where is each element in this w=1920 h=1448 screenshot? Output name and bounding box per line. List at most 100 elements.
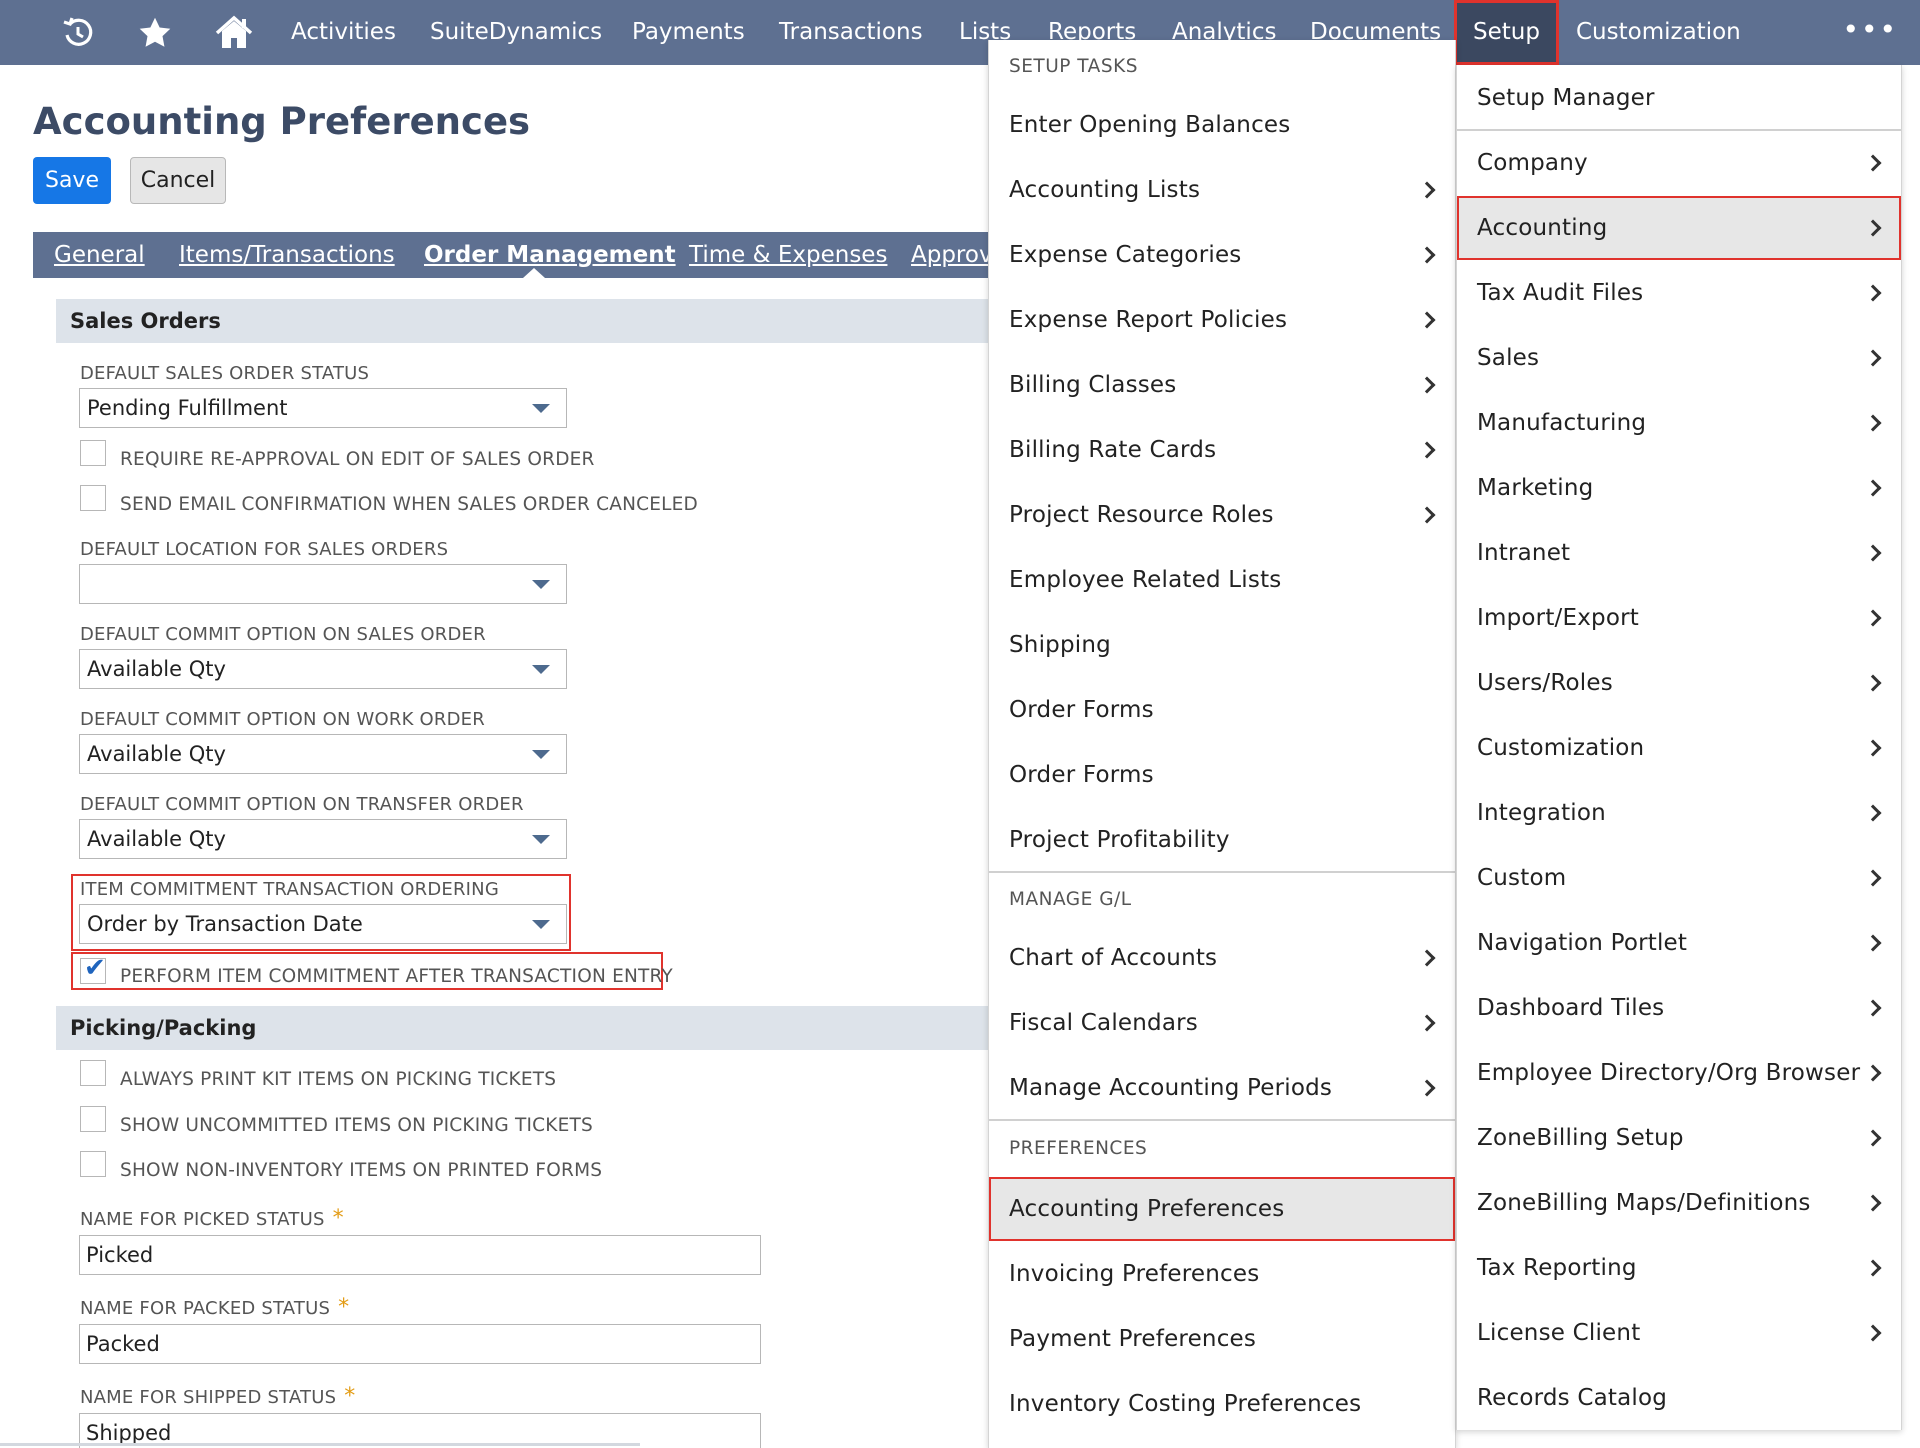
menu-item-company[interactable]: Company [1457,131,1901,195]
menu-item-import-export[interactable]: Import/Export [1457,586,1901,650]
menu-item-customization[interactable]: Customization [1457,716,1901,780]
select-value: Available Qty [87,742,226,766]
item-commitment-ordering-select[interactable]: Order by Transaction Date [79,904,567,944]
chevron-right-icon [1418,311,1436,329]
menu-item-manufacturing[interactable]: Manufacturing [1457,391,1901,455]
more-options-icon[interactable]: ••• [1842,0,1898,65]
commit-transfer-order-select[interactable]: Available Qty [79,819,567,859]
menu-item-tax-audit-files[interactable]: Tax Audit Files [1457,261,1901,325]
perform-commitment-checkbox[interactable]: ✔ [80,953,106,984]
nav-setup[interactable]: Setup [1454,0,1559,65]
menu-item-label: Employee Related Lists [1009,567,1282,593]
menu-item-license-client[interactable]: License Client [1457,1301,1901,1365]
section-picking-packing: Picking/Packing [56,1006,1006,1050]
menu-item-expense-categories[interactable]: Expense Categories [989,223,1455,287]
menu-item-project-resource-roles[interactable]: Project Resource Roles [989,483,1455,547]
recent-history-icon[interactable] [58,0,98,65]
menu-item-enter-opening-balances[interactable]: Enter Opening Balances [989,93,1455,157]
menu-item-billing-classes[interactable]: Billing Classes [989,353,1455,417]
menu-item-accounting-lists[interactable]: Accounting Lists [989,158,1455,222]
menu-item-accounting-preferences[interactable]: Accounting Preferences [989,1177,1455,1241]
menu-item-accounting[interactable]: Accounting [1457,196,1901,260]
tab-time-expenses[interactable]: Time & Expenses [689,232,887,278]
select-value: Available Qty [87,827,226,851]
chevron-right-icon [1864,1194,1882,1212]
menu-header-preferences: PREFERENCES [1009,1138,1148,1159]
menu-item-zonebilling-maps-definitions[interactable]: ZoneBilling Maps/Definitions [1457,1171,1901,1235]
active-tab-indicator [523,268,545,278]
page-title: Accounting Preferences [33,100,531,143]
menu-item-expense-report-policies[interactable]: Expense Report Policies [989,288,1455,352]
menu-divider [989,1119,1455,1121]
menu-item-fiscal-calendars[interactable]: Fiscal Calendars [989,991,1455,1055]
menu-item-label: Accounting Preferences [1009,1196,1285,1222]
commit-work-order-select[interactable]: Available Qty [79,734,567,774]
star-icon[interactable] [135,0,175,65]
menu-item-inventory-costing-preferences[interactable]: Inventory Costing Preferences [989,1372,1455,1436]
menu-item-employee-directory-org-browser[interactable]: Employee Directory/Org Browser [1457,1041,1901,1105]
menu-item-label: Expense Report Policies [1009,307,1288,333]
horizontal-scrollbar[interactable] [0,1443,640,1446]
menu-item-billing-rate-cards[interactable]: Billing Rate Cards [989,418,1455,482]
picked-status-label: NAME FOR PICKED STATUS * [80,1206,344,1231]
menu-item-invoicing-preferences[interactable]: Invoicing Preferences [989,1242,1455,1306]
menu-item-label: Payment Preferences [1009,1326,1257,1352]
menu-item-users-roles[interactable]: Users/Roles [1457,651,1901,715]
menu-item-chart-of-accounts[interactable]: Chart of Accounts [989,926,1455,990]
menu-item-label: Custom [1477,865,1567,891]
picked-status-input[interactable]: Picked [79,1235,761,1275]
nav-payments[interactable]: Payments [632,0,745,65]
menu-item-integration[interactable]: Integration [1457,781,1901,845]
menu-item-custom[interactable]: Custom [1457,846,1901,910]
require-reapproval-checkbox[interactable] [80,440,106,466]
menu-header-setup-tasks: SETUP TASKS [1009,56,1138,77]
menu-item-intranet[interactable]: Intranet [1457,521,1901,585]
show-noninventory-checkbox[interactable] [80,1151,106,1177]
menu-item-order-forms[interactable]: Order Forms [989,678,1455,742]
nav-transactions[interactable]: Transactions [779,0,923,65]
menu-item-payment-preferences[interactable]: Payment Preferences [989,1307,1455,1371]
tab-approvals[interactable]: Approv [911,232,993,278]
cancel-button[interactable]: Cancel [130,157,226,204]
packed-status-input[interactable]: Packed [79,1324,761,1364]
print-kit-items-checkbox[interactable] [80,1060,106,1086]
commit-sales-order-select[interactable]: Available Qty [79,649,567,689]
menu-item-employee-related-lists[interactable]: Employee Related Lists [989,548,1455,612]
menu-item-manage-accounting-periods[interactable]: Manage Accounting Periods [989,1056,1455,1120]
chevron-right-icon [1864,154,1882,172]
menu-item-project-profitability[interactable]: Project Profitability [989,808,1455,872]
menu-item-label: Chart of Accounts [1009,945,1218,971]
menu-item-label: License Client [1477,1320,1641,1346]
menu-item-setup-manager[interactable]: Setup Manager [1457,66,1901,130]
select-value: Order by Transaction Date [87,912,363,936]
commit-work-order-label: DEFAULT COMMIT OPTION ON WORK ORDER [80,709,485,730]
menu-item-zonebilling-setup[interactable]: ZoneBilling Setup [1457,1106,1901,1170]
menu-item-navigation-portlet[interactable]: Navigation Portlet [1457,911,1901,975]
show-uncommitted-checkbox[interactable] [80,1106,106,1132]
nav-suitedynamics[interactable]: SuiteDynamics [430,0,602,65]
menu-item-records-catalog[interactable]: Records Catalog [1457,1366,1901,1430]
default-sales-order-status-select[interactable]: Pending Fulfillment [79,388,567,428]
nav-customization[interactable]: Customization [1576,0,1741,65]
send-email-confirmation-checkbox[interactable] [80,485,106,511]
input-value: Packed [86,1332,160,1356]
menu-item-order-forms[interactable]: Order Forms [989,743,1455,807]
menu-item-label: ZoneBilling Maps/Definitions [1477,1190,1811,1216]
select-value: Pending Fulfillment [87,396,288,420]
menu-item-shipping[interactable]: Shipping [989,613,1455,677]
nav-activities[interactable]: Activities [291,0,396,65]
tab-items-transactions[interactable]: Items/Transactions [179,232,395,278]
menu-item-label: Billing Classes [1009,372,1177,398]
menu-item-marketing[interactable]: Marketing [1457,456,1901,520]
menu-item-label: Tax Reporting [1477,1255,1637,1281]
menu-item-dashboard-tiles[interactable]: Dashboard Tiles [1457,976,1901,1040]
menu-item-tax-reporting[interactable]: Tax Reporting [1457,1236,1901,1300]
save-button[interactable]: Save [33,157,111,204]
menu-item-label: Company [1477,150,1588,176]
default-location-select[interactable] [79,564,567,604]
home-icon[interactable] [212,0,256,65]
menu-item-sales[interactable]: Sales [1457,326,1901,390]
menu-item-label: Fiscal Calendars [1009,1010,1198,1036]
tab-order-management[interactable]: Order Management [424,232,676,278]
tab-general[interactable]: General [54,232,145,278]
